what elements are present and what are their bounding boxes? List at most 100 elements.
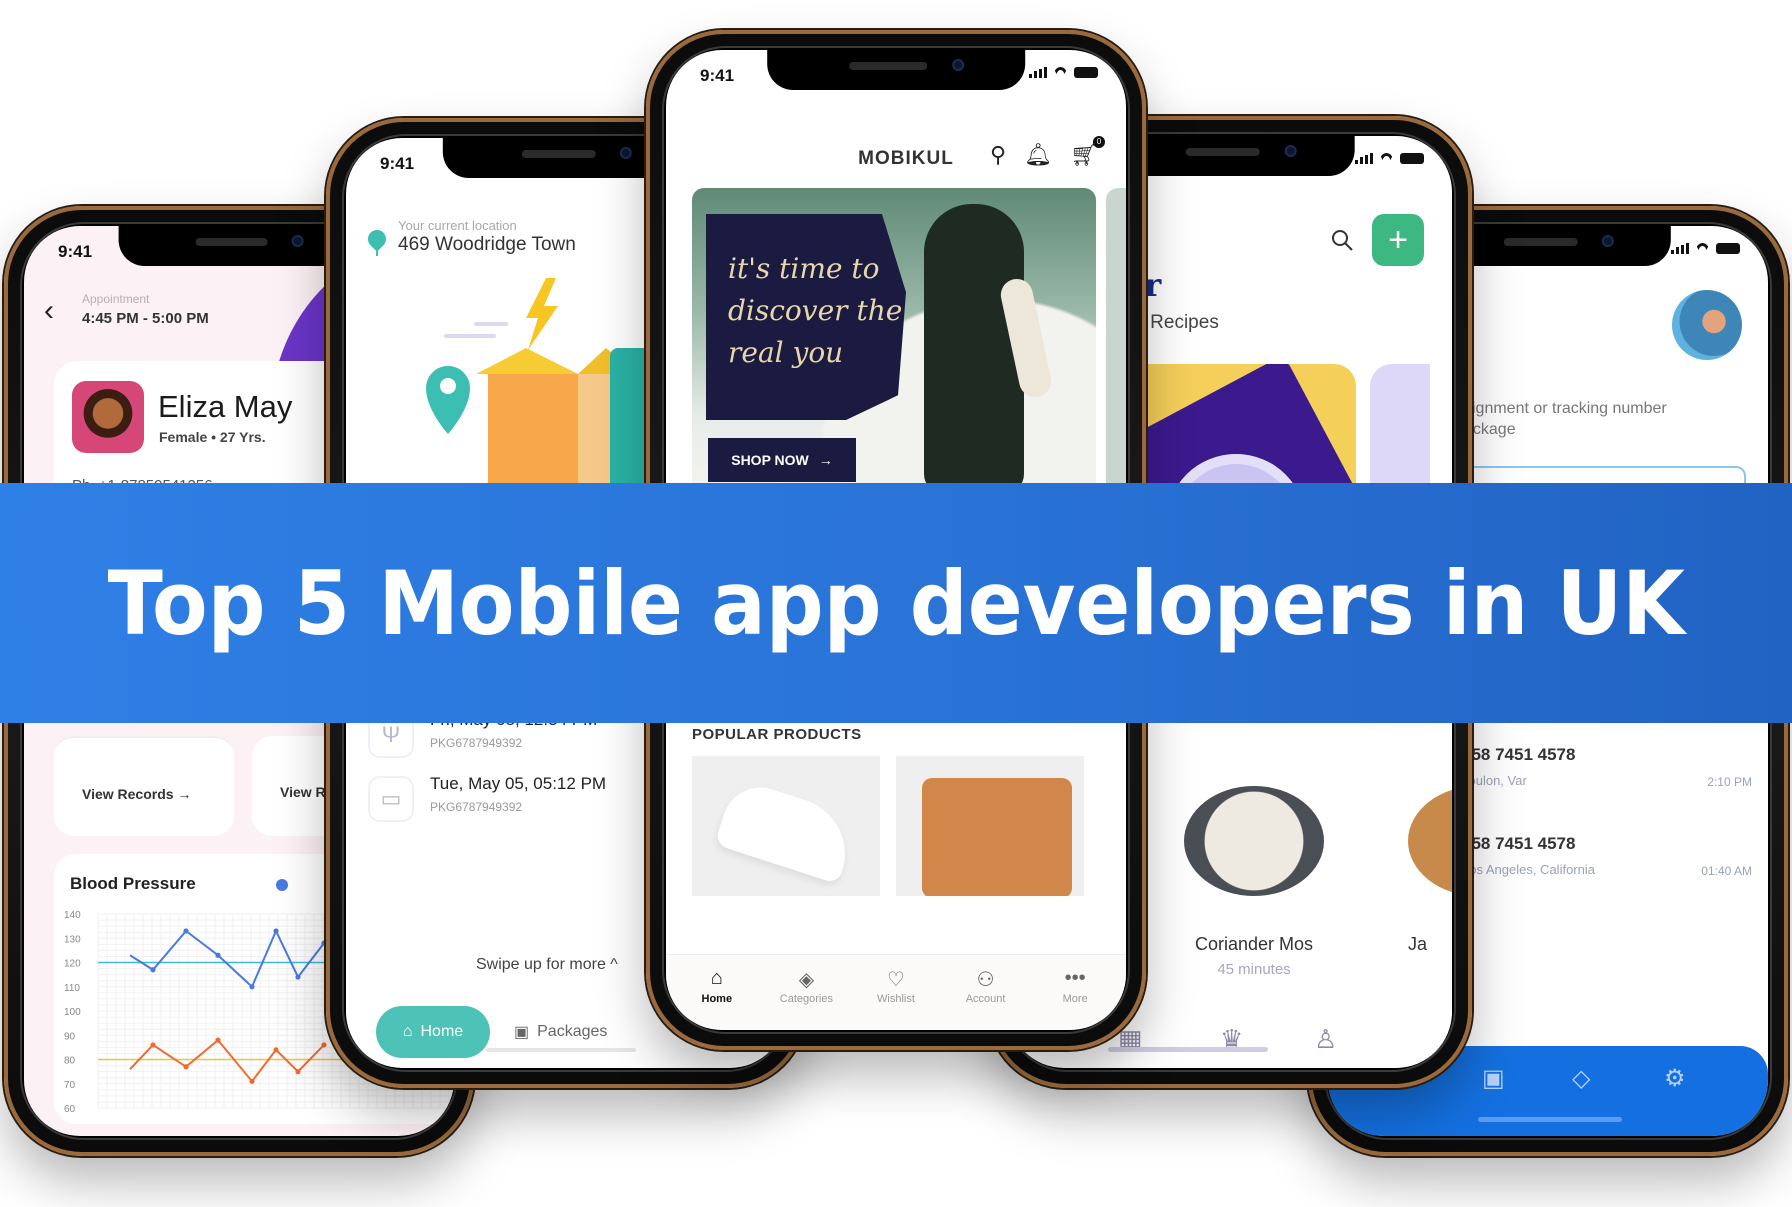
nav-home[interactable]: ⌂ Home <box>677 967 757 1030</box>
view-records-link[interactable]: View Records → <box>82 786 191 802</box>
swipe-up-hint[interactable]: Swipe up for more ^ <box>476 956 618 974</box>
hero-banner[interactable]: it's time to discover the real you SHOP … <box>692 188 1096 494</box>
y-tick-label: 90 <box>64 1031 76 1042</box>
arrow-right-icon: → <box>177 786 192 802</box>
y-tick-label: 60 <box>64 1104 76 1115</box>
view-records-link-2[interactable]: View R <box>280 784 326 800</box>
back-arrow-icon[interactable]: ‹ <box>44 294 54 328</box>
notch <box>767 50 1025 90</box>
package-icon: ▣ <box>514 1024 530 1041</box>
legend-systolic-dot <box>276 879 288 891</box>
heart-icon: ♡ <box>887 969 905 991</box>
home-indicator <box>486 1048 636 1052</box>
series-line-diastolic <box>129 1038 325 1083</box>
nav-more[interactable]: ••• More <box>1035 967 1115 1030</box>
nav-account[interactable]: ⚇ Account <box>946 967 1026 1030</box>
battery-icon <box>1074 67 1098 78</box>
user-icon: ⚇ <box>976 969 995 991</box>
nav-home-button[interactable]: ⌂ Home <box>376 1006 490 1058</box>
user-avatar[interactable] <box>1672 290 1742 360</box>
title-banner: Top 5 Mobile app developers in UK <box>0 483 1792 723</box>
product-card-sneakers[interactable] <box>692 756 880 896</box>
data-point <box>321 1042 327 1048</box>
nav-categories[interactable]: ◈ Categories <box>766 967 846 1030</box>
home-icon: ⌂ <box>710 967 723 989</box>
data-point <box>183 928 189 934</box>
patient-avatar <box>72 381 144 453</box>
status-time: 9:41 <box>700 66 735 85</box>
arrow-right-icon: → <box>818 452 833 468</box>
y-tick-label: 110 <box>64 983 80 994</box>
wifi-icon <box>1053 67 1068 78</box>
product-card-bag[interactable] <box>896 756 1084 896</box>
food-image <box>1184 786 1324 896</box>
settings-gear-icon[interactable]: ⚙ <box>1664 1064 1686 1093</box>
data-point <box>183 1064 189 1070</box>
status-time: 9:41 <box>380 154 415 173</box>
popular-products-heading: POPULAR PRODUCTS <box>692 726 862 743</box>
nav-packages-button[interactable]: ▣ Packages <box>514 1022 607 1042</box>
add-recipe-button[interactable]: + <box>1372 214 1424 266</box>
data-point <box>249 1078 255 1084</box>
chevron-up-icon: ^ <box>610 956 618 973</box>
shipment-row[interactable]: 458 7451 4578 Los Angeles, California 01… <box>1462 834 1752 878</box>
data-point <box>249 984 255 990</box>
ticket-icon[interactable]: ◇ <box>1572 1064 1590 1093</box>
chart-title: Blood Pressure <box>70 874 196 893</box>
bottom-nav: ⌂ Home ◈ Categories ♡ Wishlist ⚇ Account… <box>666 954 1126 1030</box>
search-icon[interactable]: ⚲ <box>990 142 1006 168</box>
data-point <box>295 1069 301 1075</box>
hero-banner-next[interactable] <box>1106 188 1126 494</box>
bell-icon[interactable]: 🔔︎ <box>1024 142 1052 168</box>
patient-name: Eliza May <box>158 389 293 424</box>
status-icons <box>1671 243 1740 254</box>
data-point <box>215 1037 221 1043</box>
layers-icon: ◈ <box>798 969 815 991</box>
hero-text: it's time to discover the real you <box>728 252 903 369</box>
food-item[interactable]: Coriander Mos 45 minutes <box>1184 786 1324 978</box>
header-actions: ⚲ 🔔︎ 🛒︎ 0 <box>990 136 1105 168</box>
tracking-description: signment or tracking number ackage <box>1464 400 1667 438</box>
data-point <box>150 1042 156 1048</box>
signal-icon <box>1671 243 1689 254</box>
home-indicator <box>1108 1047 1268 1052</box>
view-records-label: View Records <box>82 786 174 802</box>
patient-meta: Female • 27 Yrs. <box>159 429 266 445</box>
search-icon[interactable] <box>1330 228 1354 252</box>
signal-icon <box>1029 67 1047 78</box>
data-point <box>273 1047 279 1053</box>
data-point <box>150 967 156 973</box>
status-icons <box>1029 67 1098 78</box>
more-icon: ••• <box>1064 967 1086 989</box>
y-tick-label: 80 <box>64 1056 76 1067</box>
y-tick-label: 120 <box>64 959 81 970</box>
food-item[interactable]: Ja <box>1408 786 1452 955</box>
banner-title: Top 5 Mobile app developers in UK <box>107 551 1685 655</box>
sneaker-image <box>714 777 860 885</box>
appointment-label: Appointment <box>82 292 150 306</box>
tv-icon: ▭ <box>368 776 414 822</box>
current-location[interactable]: 469 Woodridge Town <box>398 234 576 256</box>
shipment-row[interactable]: 458 7451 4578 Toulon, Var 2:10 PM <box>1462 745 1752 789</box>
y-tick-label: 70 <box>64 1080 76 1091</box>
bag-image <box>922 778 1072 896</box>
profile-icon[interactable]: ♙ <box>1314 1024 1337 1055</box>
nav-wishlist[interactable]: ♡ Wishlist <box>856 967 936 1030</box>
y-tick-label: 140 <box>64 910 81 921</box>
cart-icon[interactable]: 🛒︎ 0 <box>1070 136 1105 168</box>
hero-surfer-figure <box>924 204 1024 494</box>
wifi-icon <box>1695 243 1710 254</box>
y-tick-label: 130 <box>64 934 81 945</box>
cart-badge: 0 <box>1093 136 1105 148</box>
data-point <box>215 952 221 958</box>
food-image <box>1408 786 1452 896</box>
package-box-icon[interactable]: ▣ <box>1482 1064 1505 1093</box>
battery-icon <box>1400 153 1424 164</box>
data-point <box>273 928 279 934</box>
y-tick-label: 100 <box>64 1007 81 1018</box>
wifi-icon <box>1379 153 1394 164</box>
home-indicator <box>1478 1117 1622 1122</box>
shop-now-button[interactable]: SHOP NOW → <box>708 438 856 482</box>
records-card[interactable]: View Records → <box>54 736 234 836</box>
home-icon: ⌂ <box>402 1023 413 1040</box>
